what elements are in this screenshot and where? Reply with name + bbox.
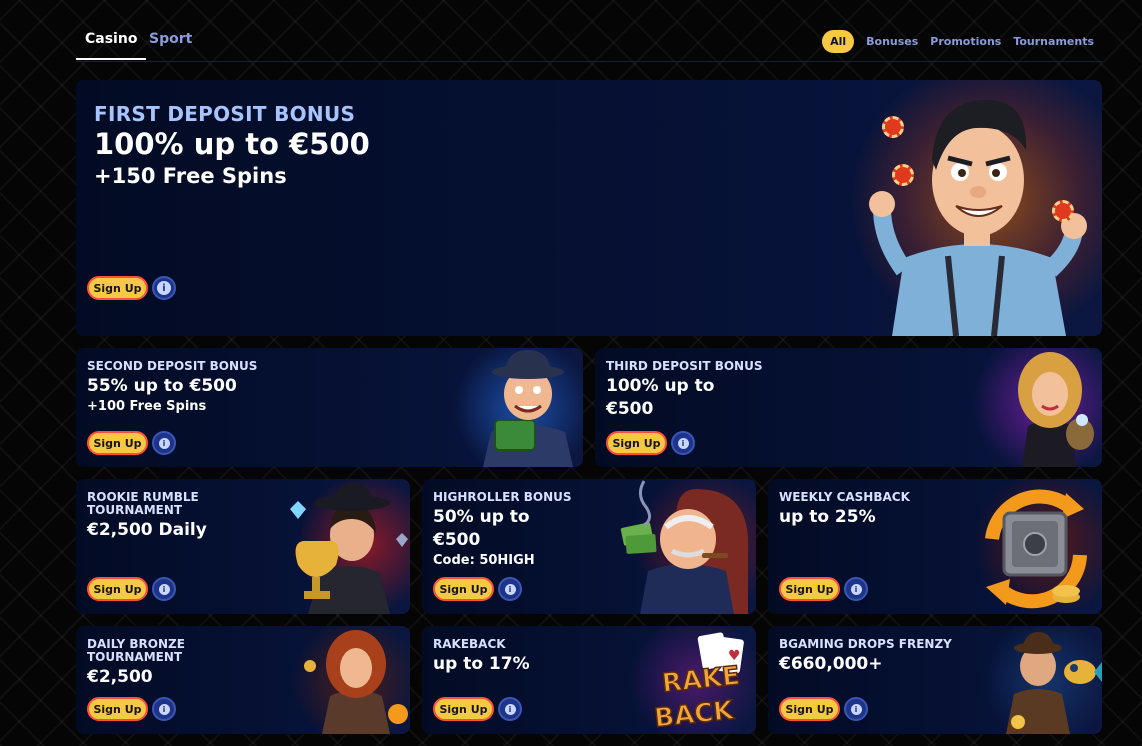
rakeback-art-text: BACK	[653, 696, 736, 734]
signup-button[interactable]: Sign Up	[87, 431, 148, 455]
card-title: SECOND DEPOSIT BONUS	[87, 359, 258, 373]
info-icon: i	[677, 437, 689, 449]
info-icon: i	[157, 281, 171, 295]
info-button[interactable]: i	[152, 697, 176, 721]
card-offer: up to 17%	[433, 654, 530, 674]
info-button[interactable]: i	[498, 697, 522, 721]
info-button[interactable]: i	[844, 697, 868, 721]
signup-button[interactable]: Sign Up	[779, 577, 840, 601]
signup-button[interactable]: Sign Up	[779, 697, 840, 721]
info-icon: i	[504, 703, 516, 715]
signup-button[interactable]: Sign Up	[606, 431, 667, 455]
info-button[interactable]: i	[844, 577, 868, 601]
info-button[interactable]: i	[498, 577, 522, 601]
filter-all[interactable]: All	[822, 30, 855, 53]
hero-title: FIRST DEPOSIT BONUS	[94, 102, 356, 126]
info-icon: i	[850, 583, 862, 595]
info-button[interactable]: i	[152, 431, 176, 455]
info-icon: i	[504, 583, 516, 595]
card-title: THIRD DEPOSIT BONUS	[606, 359, 763, 373]
card-offer: €2,500 Daily	[87, 520, 207, 540]
promo-card-rookie-rumble: ROOKIE RUMBLE TOURNAMENT €2,500 Daily Si…	[76, 479, 410, 614]
highroller-character-illustration	[620, 480, 748, 614]
hero-info-button[interactable]: i	[152, 276, 176, 300]
info-button[interactable]: i	[671, 431, 695, 455]
promo-card-second-deposit: SECOND DEPOSIT BONUS 55% up to €500 +100…	[76, 348, 583, 467]
top-navigation: Casino Sport All Bonuses Promotions Tour…	[75, 22, 1102, 62]
tournament-lady-illustration	[290, 483, 408, 614]
card-offer: €660,000+	[779, 654, 883, 674]
casino-chip-icon	[882, 116, 904, 138]
casino-chip-icon	[892, 164, 914, 186]
promo-card-bgaming-drops: BGAMING DROPS FRENZY €660,000+ Sign Up i	[768, 626, 1102, 734]
signup-button[interactable]: Sign Up	[433, 697, 494, 721]
filter-bonuses[interactable]: Bonuses	[866, 35, 918, 48]
rakeback-illustration: ♥ RAKE BACK	[652, 632, 744, 734]
info-button[interactable]: i	[152, 577, 176, 601]
fisherman-illustration	[1006, 632, 1102, 734]
info-icon: i	[158, 437, 170, 449]
card-title: ROOKIE RUMBLE TOURNAMENT	[87, 490, 199, 517]
hero-signup-button[interactable]: Sign Up	[87, 276, 148, 300]
signup-button[interactable]: Sign Up	[87, 577, 148, 601]
filter-promotions[interactable]: Promotions	[930, 35, 1001, 48]
card-offer: 100% up to €500	[606, 376, 715, 419]
hero-first-deposit-card: FIRST DEPOSIT BONUS 100% up to €500 +150…	[76, 80, 1102, 336]
signup-button[interactable]: Sign Up	[433, 577, 494, 601]
card-offer: 55% up to €500	[87, 376, 237, 396]
filter-tournaments[interactable]: Tournaments	[1013, 35, 1094, 48]
promo-card-rakeback: ♥ RAKE BACK RAKEBACK up to 17% Sign Up i	[422, 626, 756, 734]
hero-offer: 100% up to €500	[94, 127, 370, 161]
card-offer: up to 25%	[779, 507, 876, 527]
gangster-character-illustration	[483, 350, 573, 467]
hero-extra: +150 Free Spins	[94, 164, 287, 188]
rakeback-art-text: RAKE	[661, 661, 742, 699]
tab-casino[interactable]: Casino	[75, 31, 147, 60]
promo-card-daily-bronze: DAILY BRONZE TOURNAMENT €2,500 Sign Up i	[76, 626, 410, 734]
card-offer: €2,500	[87, 667, 153, 687]
info-icon: i	[158, 583, 170, 595]
lady-character-illustration	[1018, 352, 1094, 467]
signup-button[interactable]: Sign Up	[87, 697, 148, 721]
warrior-lady-illustration	[304, 630, 408, 734]
card-title: HIGHROLLER BONUS	[433, 490, 572, 504]
promo-card-weekly-cashback: WEEKLY CASHBACK up to 25% Sign Up i	[768, 479, 1102, 614]
card-title: WEEKLY CASHBACK	[779, 490, 910, 504]
info-icon: i	[158, 703, 170, 715]
card-promo-code: Code: 50HIGH	[433, 553, 535, 568]
promo-filters: All Bonuses Promotions Tournaments	[822, 30, 1094, 53]
card-title: RAKEBACK	[433, 637, 506, 651]
card-offer: 50% up to €500	[433, 507, 530, 550]
info-icon: i	[850, 703, 862, 715]
promo-card-highroller: HIGHROLLER BONUS 50% up to €500 Code: 50…	[422, 479, 756, 614]
card-title: BGAMING DROPS FRENZY	[779, 637, 952, 651]
card-title: DAILY BRONZE TOURNAMENT	[87, 637, 185, 664]
casino-chip-icon	[1052, 200, 1074, 222]
safe-cashback-illustration	[985, 489, 1087, 609]
promo-card-third-deposit: THIRD DEPOSIT BONUS 100% up to €500 Sign…	[595, 348, 1102, 467]
tab-sport[interactable]: Sport	[149, 31, 192, 47]
card-extra: +100 Free Spins	[87, 399, 207, 414]
